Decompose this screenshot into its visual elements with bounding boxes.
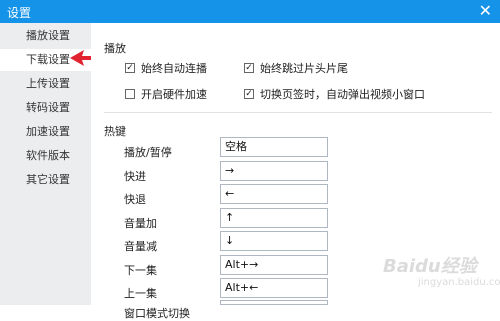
hotkey-label-rewind: 快退: [124, 193, 146, 206]
option-mini-window[interactable]: ✓ 切换页签时，自动弹出视频小窗口: [244, 86, 425, 102]
option-auto-continue[interactable]: ✓ 始终自动连播: [125, 60, 207, 76]
sidebar-item-transcode[interactable]: 转码设置: [0, 97, 91, 119]
hotkey-label-next-episode: 下一集: [124, 264, 157, 277]
hotkey-input-rewind[interactable]: ←: [220, 184, 328, 204]
option-hardware-acceleration[interactable]: 开启硬件加速: [125, 86, 207, 102]
hotkey-input-forward[interactable]: →: [220, 161, 328, 181]
hotkey-input-play-pause[interactable]: 空格: [220, 137, 328, 157]
sidebar-item-version[interactable]: 软件版本: [0, 145, 91, 167]
checkbox-checked-icon[interactable]: ✓: [125, 63, 135, 73]
watermark-url: jingyan.baidu.com: [418, 277, 500, 288]
hotkey-label-play-pause: 播放/暂停: [124, 146, 172, 159]
checkbox-checked-icon[interactable]: ✓: [244, 63, 254, 73]
watermark-logo: Baidu经验: [383, 256, 477, 277]
option-label: 开启硬件加速: [141, 88, 207, 101]
hotkey-input-window-mode[interactable]: Shift+Enter: [220, 300, 328, 305]
section-divider: [104, 112, 492, 113]
option-skip-intro-outro[interactable]: ✓ 始终跳过片头片尾: [244, 60, 348, 76]
window-title: 设置: [7, 6, 32, 20]
option-label: 始终跳过片头片尾: [260, 62, 348, 75]
option-label: 切换页签时，自动弹出视频小窗口: [260, 88, 425, 101]
hotkey-input-volume-down[interactable]: ↓: [220, 231, 328, 251]
checkbox-unchecked-icon[interactable]: [125, 89, 135, 99]
sidebar-item-upload[interactable]: 上传设置: [0, 73, 91, 95]
hotkey-input-next-episode[interactable]: Alt+→: [220, 255, 328, 275]
section-title-hotkeys: 热键: [104, 125, 126, 138]
sidebar-item-playback[interactable]: 播放设置: [0, 25, 91, 47]
hotkey-label-volume-up: 音量加: [124, 217, 157, 230]
close-icon[interactable]: ✕: [479, 1, 492, 21]
hotkey-input-volume-up[interactable]: ↑: [220, 208, 328, 228]
hotkey-input-prev-episode[interactable]: Alt+←: [220, 278, 328, 298]
sidebar-item-acceleration[interactable]: 加速设置: [0, 121, 91, 143]
hotkey-label-prev-episode: 上一集: [124, 287, 157, 300]
title-bar: 设置 ✕: [0, 0, 500, 23]
hotkey-label-forward: 快进: [124, 170, 146, 183]
hotkey-label-window-mode: 窗口模式切换: [124, 307, 190, 320]
sidebar-item-other[interactable]: 其它设置: [0, 169, 91, 191]
hotkey-label-volume-down: 音量减: [124, 240, 157, 253]
option-label: 始终自动连播: [141, 62, 207, 75]
section-title-playback: 播放: [104, 42, 126, 55]
checkbox-checked-icon[interactable]: ✓: [244, 89, 254, 99]
